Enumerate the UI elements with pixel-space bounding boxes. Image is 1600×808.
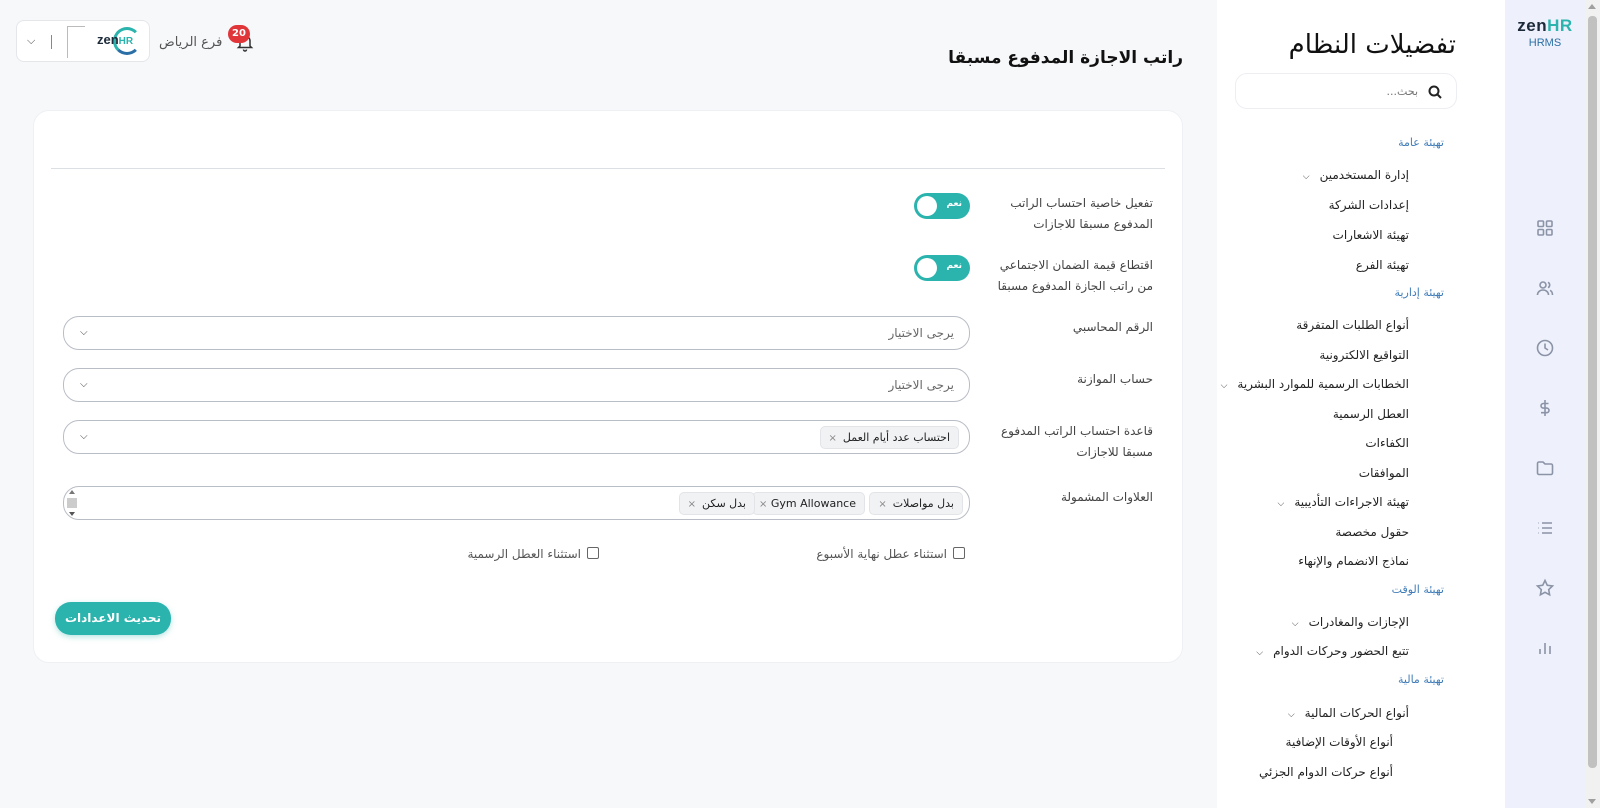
settings-title: تفضيلات النظام [1288, 30, 1456, 60]
chevron-down-icon: ⌵ [1256, 648, 1264, 658]
notification-badge[interactable]: 20 [228, 25, 250, 43]
selected-tag: احتساب عدد أيام العمل× [819, 426, 959, 449]
select-placeholder: يرجى الاختيار [888, 378, 954, 392]
prepaid-salary-toggle[interactable]: نعم [914, 193, 970, 219]
remove-tag-icon[interactable]: × [688, 499, 696, 510]
branch-name[interactable]: فرع الرياض [159, 35, 222, 50]
social-security-toggle[interactable]: نعم [914, 255, 970, 281]
chevron-down-icon: ⌵ [1277, 499, 1285, 509]
bar-chart-icon[interactable] [1535, 638, 1555, 658]
sidebar-item-disciplinary[interactable]: تهيئة الاجراءات التأديبية⌵ [1278, 495, 1409, 509]
chevron-down-icon[interactable]: ⌵ [27, 34, 35, 48]
budget-account-select[interactable]: يرجى الاختيار ⌵ [63, 368, 970, 402]
company-logo: zenHR [97, 32, 134, 47]
sidebar-item-user-management[interactable]: إدارة المستخدمين⌵ [1303, 168, 1409, 182]
section-general: تهيئة عامة [1398, 136, 1444, 149]
remove-tag-icon[interactable]: × [759, 499, 767, 510]
sidebar-item-misc-requests[interactable]: أنواع الطلبات المتفرقة [1296, 318, 1409, 332]
star-icon[interactable] [1535, 578, 1555, 598]
checkbox[interactable] [587, 547, 599, 559]
sidebar-item-custom-fields[interactable]: حقول مخصصة [1335, 525, 1409, 539]
divider [51, 35, 52, 49]
toggle-state: نعم [946, 199, 962, 209]
sidebar-item-company-settings[interactable]: إعدادات الشركة [1329, 198, 1409, 212]
sidebar-item-overtime-types[interactable]: أنواع الأوقات الإضافية [1286, 735, 1393, 749]
chevron-down-icon: ⌵ [1302, 172, 1310, 182]
sidebar-item-onboarding-offboarding[interactable]: نماذج الانضمام والإنهاء [1298, 554, 1409, 568]
sidebar-item-official-holidays[interactable]: العطل الرسمية [1333, 407, 1409, 421]
social-security-toggle-label: اقتطاع قيمة الضمان الاجتماعي من راتب الج… [997, 258, 1153, 293]
chevron-down-icon: ⌵ [1287, 710, 1295, 720]
sidebar-item-notifications-setup[interactable]: تهيئة الاشعارات [1333, 228, 1409, 242]
selected-tag: بدل مواصلات× [869, 492, 963, 515]
update-settings-button[interactable]: تحديث الاعدادات [55, 602, 171, 635]
select-placeholder: يرجى الاختيار [888, 326, 954, 340]
settings-search[interactable] [1235, 73, 1457, 109]
chevron-down-icon: ⌵ [80, 327, 88, 338]
accounting-number-select[interactable]: يرجى الاختيار ⌵ [63, 316, 970, 350]
chevron-down-icon: ⌵ [80, 379, 88, 390]
search-icon [1428, 84, 1442, 99]
sidebar-item-leaves[interactable]: الإجازات والمغادرات⌵ [1292, 615, 1409, 629]
product-name: HRMS [1528, 37, 1562, 49]
allowances-label: العلاوات المشمولة [1060, 490, 1153, 504]
settings-card: تفعيل خاصية احتساب الراتب المدفوع مسبقا … [33, 110, 1183, 663]
selected-tag: بدل سكن× [678, 492, 755, 515]
list-icon[interactable] [1535, 518, 1555, 538]
calc-basis-label: قاعدة احتساب الراتب المدفوع مسبقا للاجاز… [1000, 424, 1153, 459]
scroll-up-arrow[interactable] [1588, 4, 1596, 9]
sidebar-item-attendance[interactable]: تتبع الحضور وحركات الدوام⌵ [1256, 644, 1409, 658]
folder-icon[interactable] [1535, 458, 1555, 478]
broken-image-icon [67, 26, 85, 58]
settings-sidebar: تفضيلات النظام تهيئة عامة إدارة المستخدم… [1217, 0, 1505, 808]
exclude-weekends-checkbox[interactable]: استثناء عطل نهاية الأسبوع [816, 547, 965, 561]
search-input[interactable] [1248, 74, 1418, 108]
exclude-holidays-checkbox[interactable]: استثناء العطل الرسمية [467, 547, 599, 561]
allowances-multiselect[interactable]: بدل مواصلات× × Gym Allowance بدل سكن× [63, 486, 970, 520]
prepaid-salary-toggle-label: تفعيل خاصية احتساب الراتب المدفوع مسبقا … [1010, 196, 1153, 231]
sidebar-item-hr-letters[interactable]: الخطابات الرسمية للموارد البشرية⌵ [1221, 377, 1409, 391]
page-scrollbar[interactable] [1585, 0, 1600, 808]
chevron-down-icon: ⌵ [1291, 619, 1299, 629]
section-financial: تهيئة مالية [1398, 673, 1444, 686]
remove-tag-icon[interactable]: × [878, 499, 886, 510]
toggle-state: نعم [946, 261, 962, 271]
section-administrative: تهيئة إدارية [1394, 286, 1444, 299]
sidebar-item-financial-transactions[interactable]: أنواع الحركات المالية⌵ [1288, 706, 1409, 720]
accounting-number-label: الرقم المحاسبي [1072, 320, 1153, 334]
sidebar-item-competencies[interactable]: الكفاءات [1365, 436, 1409, 450]
list-spinner[interactable] [66, 487, 78, 519]
logo-accent: HR [1547, 16, 1573, 35]
users-icon[interactable] [1535, 278, 1555, 298]
clock-icon[interactable] [1535, 338, 1555, 358]
section-time: تهيئة الوقت [1391, 583, 1444, 596]
scroll-down-arrow[interactable] [1588, 799, 1596, 804]
selected-tag: × Gym Allowance [751, 492, 865, 515]
sidebar-item-e-signatures[interactable]: التواقيع الالكترونية [1319, 348, 1409, 362]
toggle-knob [917, 258, 937, 278]
calc-basis-select[interactable]: احتساب عدد أيام العمل× ⌵ [63, 420, 970, 454]
budget-account-label: حساب الموازنة [1077, 372, 1153, 386]
dollar-icon[interactable] [1535, 398, 1555, 418]
sidebar-item-branch-setup[interactable]: تهيئة الفرع [1356, 258, 1409, 272]
sidebar-item-approvals[interactable]: الموافقات [1359, 466, 1409, 480]
page-title: راتب الاجازة المدفوع مسبقا [948, 48, 1183, 68]
logo-main: zen [1517, 16, 1548, 35]
card-divider [51, 168, 1165, 169]
grid-icon[interactable] [1535, 218, 1555, 238]
brand-logo[interactable]: zenHR HRMS [1505, 16, 1585, 49]
icon-rail: zenHR HRMS [1505, 0, 1585, 808]
scrollbar-thumb[interactable] [1588, 16, 1597, 768]
remove-tag-icon[interactable]: × [829, 433, 837, 444]
company-switcher[interactable]: ⌵ zenHR [16, 20, 150, 62]
chevron-down-icon: ⌵ [80, 431, 88, 442]
chevron-down-icon: ⌵ [1220, 381, 1228, 391]
toggle-knob [917, 196, 937, 216]
sidebar-item-part-time-types[interactable]: أنواع حركات الدوام الجزئي [1259, 765, 1393, 779]
checkbox[interactable] [953, 547, 965, 559]
